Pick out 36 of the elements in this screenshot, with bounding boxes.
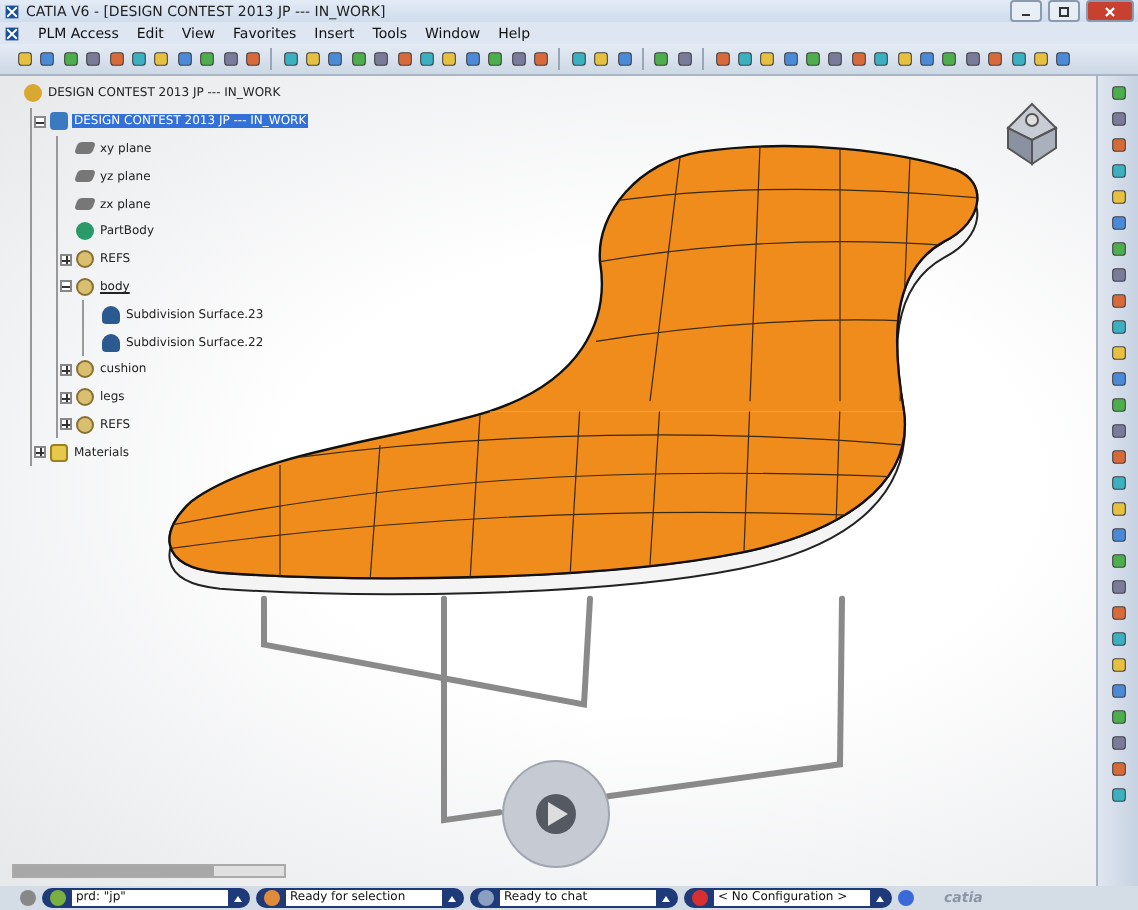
caret-icon[interactable] xyxy=(234,895,242,901)
status-icon xyxy=(478,890,494,906)
close-icon xyxy=(1100,3,1120,19)
plane-icon xyxy=(73,170,97,183)
caret-icon[interactable] xyxy=(876,895,884,901)
status-icon xyxy=(264,890,280,906)
plane-icon xyxy=(73,198,97,211)
chair-leg[interactable] xyxy=(441,595,503,824)
body-icon xyxy=(76,222,94,241)
plane-icon xyxy=(73,142,97,155)
expand-toggle[interactable] xyxy=(60,253,72,266)
chair-seat-drawing[interactable] xyxy=(168,410,906,596)
expand-toggle[interactable] xyxy=(34,446,46,459)
chair-backrest-drawing[interactable] xyxy=(489,145,979,413)
maximize-icon xyxy=(1054,3,1074,19)
expand-toggle[interactable] xyxy=(60,391,72,404)
expand-toggle[interactable] xyxy=(60,418,72,431)
collapse-toggle[interactable] xyxy=(34,115,46,128)
scrollbar[interactable] xyxy=(12,864,286,878)
part-icon xyxy=(50,112,68,131)
status-icon xyxy=(692,890,708,906)
chair-leg[interactable] xyxy=(605,595,845,800)
expand-toggle[interactable] xyxy=(60,363,72,376)
app-icon xyxy=(4,3,20,19)
play-icon[interactable] xyxy=(536,794,576,834)
close-button[interactable] xyxy=(1086,0,1134,22)
app-icon xyxy=(4,25,20,41)
caret-icon[interactable] xyxy=(448,895,456,901)
caret-icon[interactable] xyxy=(662,895,670,901)
maximize-button[interactable] xyxy=(1048,0,1080,22)
minimize-button[interactable] xyxy=(1010,0,1042,22)
status-icon xyxy=(50,890,66,906)
collapse-toggle[interactable] xyxy=(60,280,72,293)
folder-icon xyxy=(50,443,68,462)
product-icon xyxy=(24,84,42,103)
navigation-wheel[interactable] xyxy=(502,760,610,868)
